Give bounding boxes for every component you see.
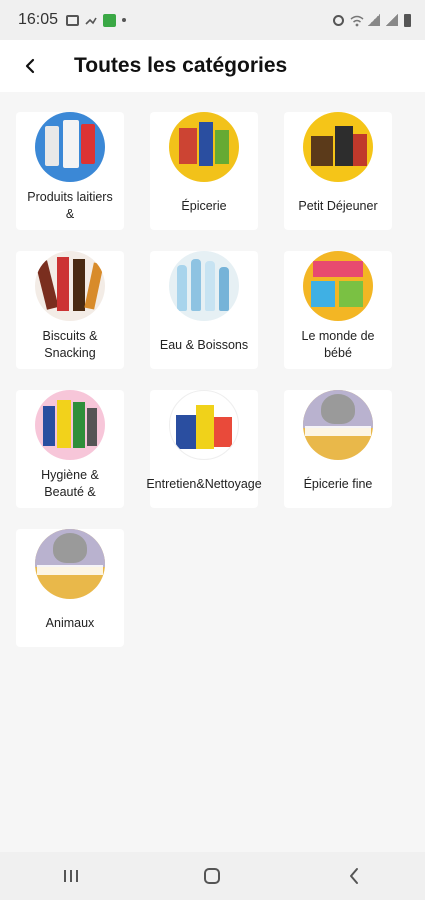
category-card-hygiene[interactable]: Hygiène & Beauté &	[16, 390, 124, 508]
category-label: Biscuits & Snacking	[42, 329, 98, 360]
page-title: Toutes les catégories	[74, 54, 288, 77]
fine-grocery-thumbnail	[303, 390, 373, 460]
category-label: Le monde de bébé	[301, 329, 375, 360]
category-card-drinks[interactable]: Eau & Boissons	[150, 251, 258, 369]
home-icon	[204, 868, 221, 884]
category-card-dairy[interactable]: Produits laitiers &	[16, 112, 124, 230]
app-notification-icon	[103, 13, 117, 27]
category-card-baby[interactable]: Le monde de bébé	[284, 251, 392, 369]
back-button[interactable]	[10, 46, 50, 86]
back-icon	[350, 868, 359, 884]
dairy-products-thumbnail	[35, 112, 105, 182]
nav-back-button[interactable]	[324, 856, 384, 896]
category-card-pets[interactable]: Animaux	[16, 529, 124, 647]
category-label: Épicerie fine	[303, 476, 373, 491]
status-left-icons	[66, 13, 127, 27]
more-notifications-icon	[122, 18, 127, 22]
pets-thumbnail	[35, 529, 105, 599]
back-arrow-icon	[25, 58, 35, 74]
category-card-grocery[interactable]: Épicerie	[150, 112, 258, 230]
category-label: Épicerie	[181, 198, 227, 213]
alarm-icon	[333, 14, 344, 26]
system-navigation-bar	[0, 852, 425, 900]
category-label: Animaux	[45, 615, 95, 630]
hygiene-beauty-thumbnail	[35, 390, 105, 460]
recent-apps-icon	[63, 870, 78, 882]
water-drinks-thumbnail	[169, 251, 239, 321]
status-time: 16:05	[18, 11, 59, 28]
battery-icon	[404, 13, 411, 27]
category-label: Petit Déjeuner	[298, 198, 378, 213]
category-label: Eau & Boissons	[159, 337, 249, 352]
signal-icon	[368, 14, 380, 26]
status-right-icons	[333, 13, 411, 27]
category-label: Entretien&Nettoyage	[146, 476, 262, 491]
signal-2-icon	[386, 14, 398, 26]
category-card-cleaning[interactable]: Entretien&Nettoyage	[146, 390, 262, 508]
status-bar: 16:05	[0, 0, 425, 40]
biscuits-thumbnail	[35, 251, 105, 321]
home-button[interactable]	[182, 856, 242, 896]
category-card-breakfast[interactable]: Petit Déjeuner	[284, 112, 392, 230]
category-card-fine-grocery[interactable]: Épicerie fine	[284, 390, 392, 508]
baby-world-thumbnail	[303, 251, 373, 321]
cleaning-thumbnail	[169, 390, 239, 460]
message-icon	[66, 14, 80, 26]
recent-apps-button[interactable]	[41, 856, 101, 896]
app-header: Toutes les catégories	[0, 40, 425, 92]
category-card-biscuits[interactable]: Biscuits & Snacking	[16, 251, 124, 369]
wifi-icon	[350, 14, 364, 27]
missed-call-icon	[85, 14, 97, 26]
category-label: Hygiène & Beauté &	[41, 468, 99, 499]
category-grid: Produits laitiers & Épicerie Petit Déjeu…	[16, 112, 392, 647]
grocery-thumbnail	[169, 112, 239, 182]
category-label: Produits laitiers &	[27, 190, 113, 221]
breakfast-thumbnail	[303, 112, 373, 182]
